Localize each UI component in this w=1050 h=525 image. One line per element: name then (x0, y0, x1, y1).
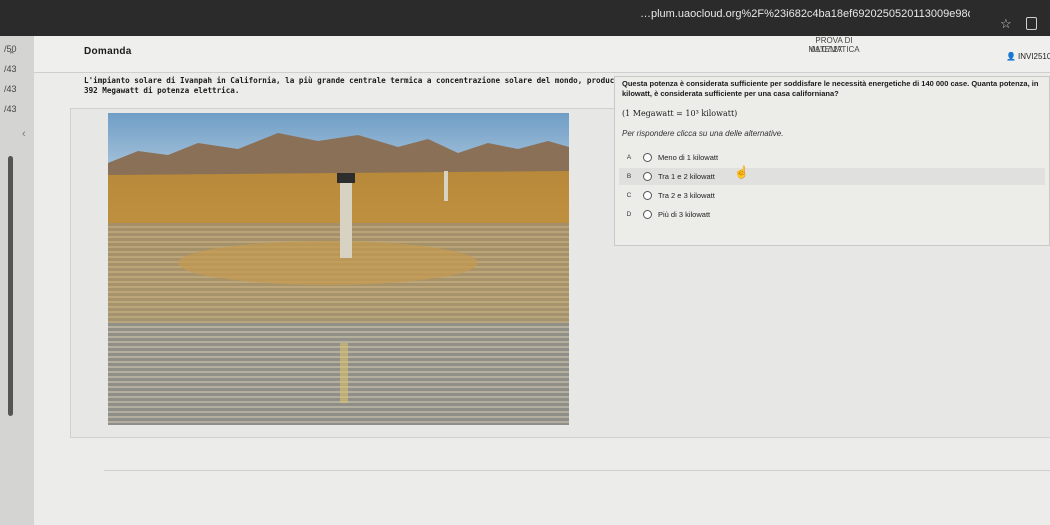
rail-score: /43 (4, 64, 17, 74)
option-c[interactable]: C Tra 2 e 3 kilowatt (619, 187, 1045, 204)
user-code: INVI2510 (1017, 52, 1050, 61)
solar-plant-photo (108, 113, 569, 425)
option-label[interactable]: Tra 2 e 3 kilowatt (658, 191, 715, 200)
hand-cursor-icon: ☝ (734, 165, 749, 179)
question-stem: L'impianto solare di Ivanpah in Californ… (84, 76, 619, 95)
radio-button[interactable] (643, 172, 652, 181)
exam-page: Domanda PROVA DI MATEMATICA 01:07:27 👤 IN… (34, 36, 1050, 525)
user-icon: 👤 (1006, 52, 1016, 61)
question-box: Questa potenza è considerata sufficiente… (614, 76, 1050, 246)
option-label[interactable]: Meno di 1 kilowatt (658, 153, 718, 162)
rail-score: /43 (4, 84, 17, 94)
option-a[interactable]: A Meno di 1 kilowatt (619, 149, 1045, 166)
conversion-note: (1 Megawatt = 10³ kilowatt) (622, 109, 738, 118)
option-b[interactable]: B Tra 1 e 2 kilowatt (619, 168, 1045, 185)
user-badge: 👤 INVI2510 (1006, 52, 1050, 61)
radio-button[interactable] (643, 210, 652, 219)
option-d[interactable]: D Più di 3 kilowatt (619, 206, 1045, 223)
radio-button[interactable] (643, 153, 652, 162)
address-bar[interactable]: …plum.uaocloud.org%2F%23i682c4ba18ef6920… (640, 8, 970, 22)
scrollbar[interactable] (8, 156, 13, 416)
option-letter: C (626, 192, 632, 199)
option-label[interactable]: Tra 1 e 2 kilowatt (658, 172, 715, 181)
solar-plant-image (108, 113, 569, 425)
instruction-text: Per rispondere clicca su una delle alter… (622, 129, 784, 138)
option-letter: A (626, 154, 632, 161)
star-icon[interactable]: ☆ (1000, 16, 1012, 32)
option-letter: B (626, 173, 632, 180)
question-text: Questa potenza è considerata sufficiente… (622, 79, 1039, 98)
rail-score: /43 (4, 104, 17, 114)
section-label: Domanda (84, 46, 132, 57)
divider (104, 470, 1050, 471)
radio-button[interactable] (643, 191, 652, 200)
rail-score: /50 (4, 44, 17, 54)
puzzle-icon[interactable] (1026, 17, 1037, 30)
timer: 01:07:27 (811, 45, 843, 54)
browser-toolbar: …plum.uaocloud.org%2F%23i682c4ba18ef6920… (0, 0, 1050, 36)
option-label[interactable]: Più di 3 kilowatt (658, 210, 710, 219)
exam-header: Domanda PROVA DI MATEMATICA 01:07:27 👤 IN… (34, 36, 1050, 73)
option-letter: D (626, 211, 632, 218)
left-rail: ⌃ /50 /43 /43 /43 ‹ (0, 36, 35, 525)
chevron-left-icon[interactable]: ‹ (22, 128, 26, 140)
